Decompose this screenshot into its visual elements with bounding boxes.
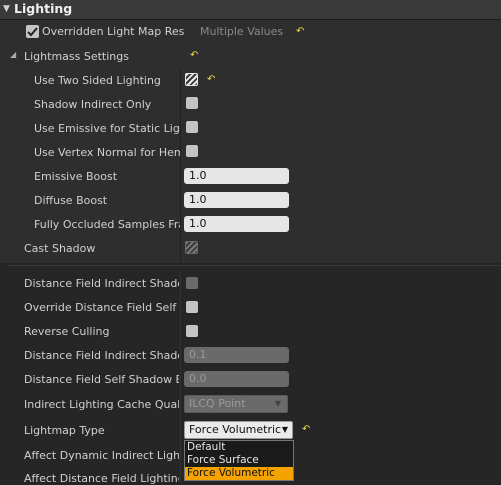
reset-to-default-icon[interactable]: ↶	[296, 26, 304, 37]
lighting-category-header[interactable]: ▼ Lighting	[0, 0, 501, 20]
override-df-self-shadow-checkbox[interactable]	[186, 301, 198, 313]
advanced-column-divider	[180, 270, 181, 483]
reverse-culling-checkbox[interactable]	[186, 325, 198, 337]
lightmap-type-dropdown: Default Force Surface Force Volumetric	[184, 440, 294, 481]
overridden-lightmap-res-checkbox[interactable]	[26, 25, 39, 38]
chevron-down-icon: ▼	[274, 399, 281, 408]
shadow-indirect-only-checkbox[interactable]	[186, 97, 198, 109]
df-self-shadow-bias-label: Distance Field Self Shadow Bias	[24, 373, 179, 386]
dropdown-option-force-surface[interactable]: Force Surface	[185, 454, 293, 467]
override-df-self-shadow-label: Override Distance Field Self Shadow Bias	[24, 301, 179, 314]
reverse-culling-label: Reverse Culling	[24, 325, 110, 338]
diffuse-boost-input[interactable]: 1.0	[184, 192, 289, 208]
fully-occluded-samples-label: Fully Occluded Samples Fraction	[34, 218, 180, 231]
cast-shadow-label: Cast Shadow	[24, 242, 96, 255]
ilc-quality-combo[interactable]: ILCQ Point ▼	[184, 395, 288, 413]
df-self-shadow-bias-input[interactable]: 0.0	[184, 371, 289, 387]
affect-dynamic-indirect-label: Affect Dynamic Indirect Lighting	[24, 449, 179, 462]
dropdown-option-default[interactable]: Default	[185, 441, 293, 454]
lightmap-type-combo[interactable]: Force Volumetric ▼	[184, 421, 293, 439]
fully-occluded-samples-input[interactable]: 1.0	[184, 216, 289, 232]
lightmap-type-reset-icon[interactable]: ↶	[302, 424, 310, 435]
df-indirect-shadow-checkbox[interactable]	[186, 277, 198, 289]
cast-shadow-checkbox[interactable]	[185, 241, 198, 254]
shadow-indirect-only-label: Shadow Indirect Only	[34, 98, 152, 111]
use-vertex-normal-checkbox[interactable]	[186, 145, 198, 157]
overridden-lightmap-res-label: Overridden Light Map Res	[42, 25, 185, 38]
df-indirect-min-visibility-label: Distance Field Indirect Shadow Min Visib…	[24, 349, 179, 362]
emissive-boost-input[interactable]: 1.0	[184, 168, 289, 184]
affect-df-lighting-label: Affect Distance Field Lighting	[24, 472, 179, 485]
category-title: Lighting	[14, 1, 73, 16]
lightmap-type-value: Force Volumetric	[189, 423, 282, 436]
diffuse-boost-label: Diffuse Boost	[34, 194, 108, 207]
lightmass-expand-icon[interactable]: ◢	[10, 50, 16, 59]
checkmark-icon	[27, 27, 38, 37]
column-divider	[180, 67, 181, 263]
dropdown-option-force-volumetric[interactable]: Force Volumetric	[185, 467, 293, 480]
df-indirect-shadow-label: Distance Field Indirect Shadow	[24, 277, 179, 290]
df-indirect-min-visibility-input[interactable]: 0.1	[184, 347, 289, 363]
advanced-separator	[8, 265, 501, 266]
chevron-down-icon: ▼	[281, 425, 288, 434]
ilc-quality-label: Indirect Lighting Cache Quality	[24, 398, 179, 411]
ilc-quality-value: ILCQ Point	[189, 397, 246, 410]
use-vertex-normal-label: Use Vertex Normal for Hemisphere Gather	[34, 146, 180, 159]
two-sided-reset-icon[interactable]: ↶	[207, 74, 215, 85]
lightmass-settings-label[interactable]: Lightmass Settings	[24, 50, 129, 63]
emissive-boost-label: Emissive Boost	[34, 170, 118, 183]
collapse-arrow-icon[interactable]: ▼	[3, 4, 10, 14]
overridden-lightmap-res-value[interactable]: Multiple Values	[200, 25, 283, 38]
use-two-sided-lighting-label: Use Two Sided Lighting	[34, 74, 161, 87]
lightmap-type-label: Lightmap Type	[24, 424, 105, 437]
use-emissive-static-checkbox[interactable]	[186, 121, 198, 133]
use-emissive-static-label: Use Emissive for Static Lighting	[34, 122, 180, 135]
lightmass-reset-icon[interactable]: ↶	[190, 50, 198, 61]
use-two-sided-lighting-checkbox[interactable]	[185, 73, 198, 86]
